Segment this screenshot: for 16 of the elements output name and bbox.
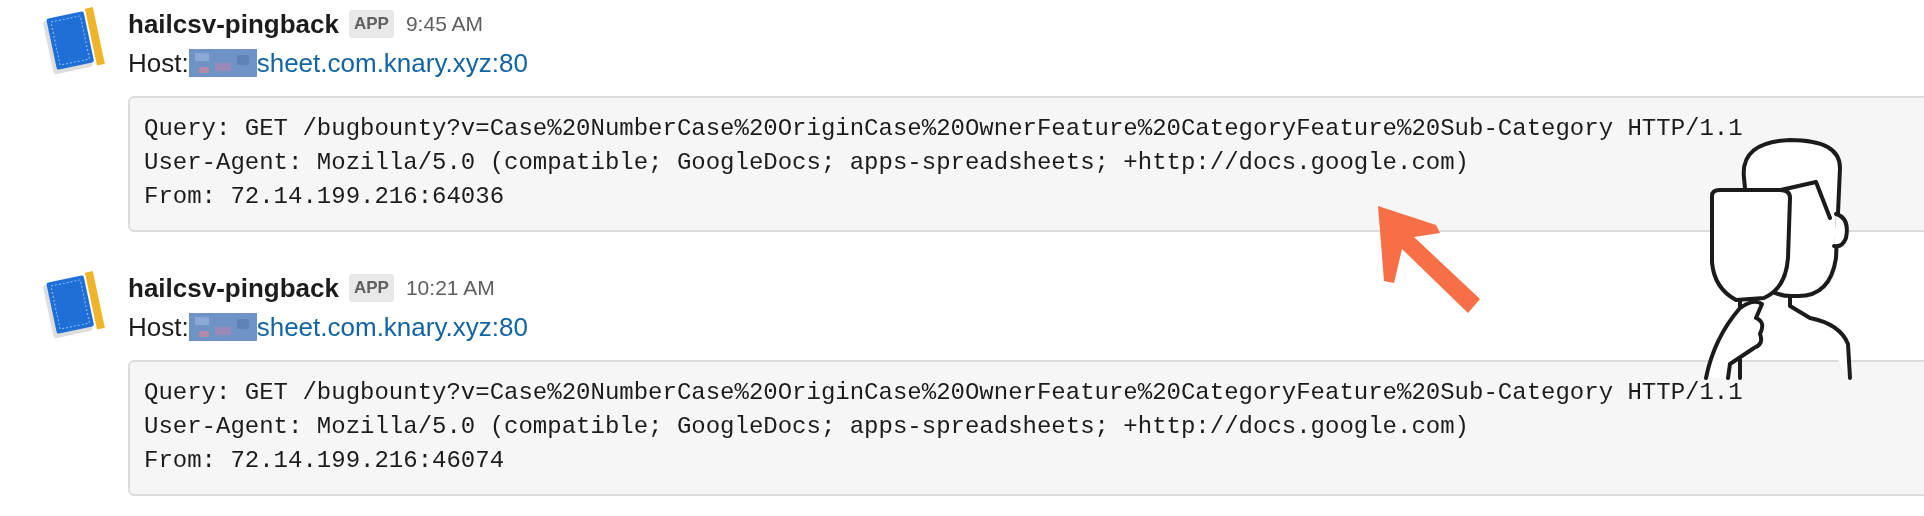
code-line: Query: GET /bugbounty?v=Case%20NumberCase%20OriginCase%20OwnerFeature%20CategoryFeature%20Sub-Category HTTP/1.1	[144, 114, 1743, 144]
host-link[interactable]: sheet.com.knary.xyz:80	[256, 307, 528, 347]
host-label: Host:	[128, 46, 189, 80]
code-line: User-Agent: Mozilla/5.0 (compatible; GoogleDocs; apps-spreadsheets; +http://docs.google.com)	[144, 412, 1469, 442]
app-badge: APP	[348, 10, 394, 38]
timestamp[interactable]: 10:21 AM	[405, 272, 495, 304]
sender-name[interactable]: hailcsv-pingback	[128, 4, 339, 44]
code-line: User-Agent: Mozilla/5.0 (compatible; GoogleDocs; apps-spreadsheets; +http://docs.google.com)	[144, 148, 1469, 178]
code-line: Query: GET /bugbounty?v=Case%20NumberCase%20OriginCase%20OwnerFeature%20CategoryFeature%20Sub-Category HTTP/1.1	[144, 378, 1743, 408]
host-link[interactable]: sheet.com.knary.xyz:80	[256, 43, 528, 83]
app-badge: APP	[348, 274, 394, 302]
sender-name[interactable]: hailcsv-pingback	[128, 268, 339, 308]
code-line: From: 72.14.199.216:46074	[144, 446, 505, 476]
host-label: Host:	[128, 310, 189, 344]
code-line: From: 72.14.199.216:64036	[144, 182, 505, 212]
timestamp[interactable]: 9:45 AM	[405, 8, 483, 40]
